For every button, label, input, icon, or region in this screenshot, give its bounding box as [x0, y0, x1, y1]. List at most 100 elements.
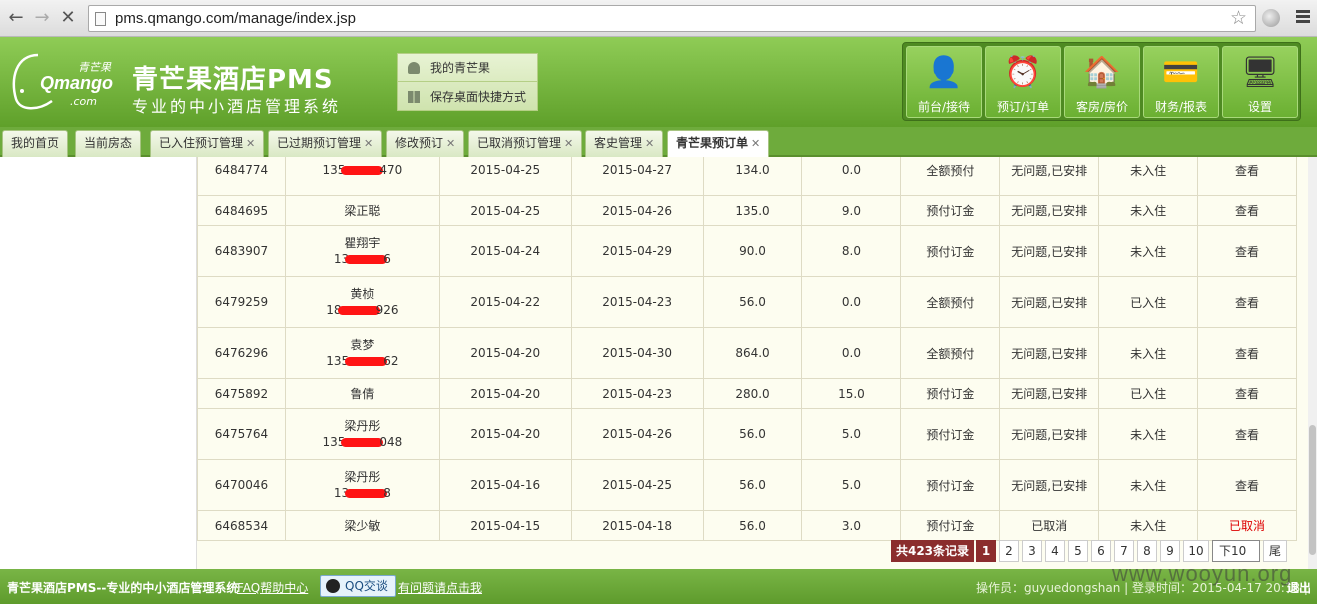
- checkout-cell: 2015-04-23: [570, 276, 704, 328]
- order-status-cell: 无问题,已安排: [999, 225, 1100, 277]
- tab-expired[interactable]: 已过期预订管理 ✕: [268, 130, 383, 157]
- tab-home[interactable]: 我的首页: [2, 130, 69, 157]
- close-icon[interactable]: ✕: [564, 137, 573, 150]
- vertical-scrollbar[interactable]: [1308, 157, 1317, 569]
- logo-en-text: Qmango: [40, 73, 114, 93]
- page-1-button[interactable]: 1: [976, 540, 996, 562]
- next-10-button[interactable]: 下10: [1212, 540, 1260, 562]
- back-icon[interactable]: ←: [6, 8, 26, 28]
- front-desk-button[interactable]: 👤 前台/接待: [906, 46, 982, 118]
- scrollbar-thumb[interactable]: [1309, 425, 1316, 555]
- my-qmango-link[interactable]: 我的青芒果: [398, 54, 537, 82]
- orders-panel: 6484774 135 470 2015-04-25 2015-04-27 134.0 0.…: [196, 157, 1308, 569]
- finance-button[interactable]: 💳 财务/报表: [1143, 46, 1219, 118]
- rooms-button[interactable]: 🏠 客房/房价: [1064, 46, 1140, 118]
- action-cell: 查看: [1197, 225, 1297, 277]
- grid-icon: [408, 91, 420, 103]
- guest-phone: 135 470: [290, 162, 435, 178]
- action-cell: 查看: [1197, 378, 1297, 409]
- view-link[interactable]: 查看: [1235, 428, 1259, 442]
- close-icon[interactable]: ✕: [645, 137, 654, 150]
- bookmark-star-icon[interactable]: ☆: [1230, 7, 1247, 29]
- footer-title: 青芒果酒店PMS--专业的中小酒店管理系统: [7, 581, 239, 595]
- redaction-mark: [345, 357, 388, 366]
- house-icon: 🏠: [1083, 55, 1121, 90]
- checkout-cell: 2015-04-27: [570, 157, 704, 196]
- my-qmango-label: 我的青芒果: [430, 61, 491, 75]
- close-icon[interactable]: ✕: [751, 137, 760, 150]
- order-id-cell: 6475892: [197, 378, 286, 409]
- browser-menu-icon[interactable]: [1296, 10, 1310, 25]
- extension-globe-icon[interactable]: [1262, 9, 1280, 27]
- page-5-button[interactable]: 5: [1068, 540, 1088, 562]
- stop-icon[interactable]: ✕: [58, 8, 78, 28]
- order-id-cell: 6470046: [197, 459, 286, 511]
- tab-qmango-orders[interactable]: 青芒果预订单 ✕: [667, 130, 770, 158]
- view-link[interactable]: 查看: [1235, 387, 1259, 401]
- tab-label: 青芒果预订单: [676, 136, 749, 150]
- amount-cell: 134.0: [702, 157, 803, 196]
- page-2-button[interactable]: 2: [999, 540, 1019, 562]
- table-row: 6475764 梁丹彤 135 048 2015-04-20 2015-04-26 56.0…: [197, 408, 1297, 460]
- stay-status-cell: 未入住: [1098, 157, 1199, 196]
- action-cell: 查看: [1197, 327, 1297, 379]
- paid-cell: 0.0: [801, 157, 902, 196]
- close-icon[interactable]: ✕: [446, 137, 455, 150]
- table-row: 6476296 袁梦 135 62 2015-04-20 2015-04-30 864.0 0…: [197, 327, 1297, 379]
- address-bar[interactable]: pms.qmango.com/manage/index.jsp ☆: [88, 5, 1256, 32]
- tab-modify[interactable]: 修改预订 ✕: [386, 130, 465, 157]
- page-9-button[interactable]: 9: [1160, 540, 1180, 562]
- forward-icon[interactable]: →: [32, 8, 52, 28]
- url-text[interactable]: pms.qmango.com/manage/index.jsp: [115, 10, 356, 27]
- guest-phone: 18 926: [290, 302, 435, 318]
- order-id-cell: 6468534: [197, 510, 286, 541]
- total-records: 共423条记录: [891, 540, 974, 562]
- tab-cancelled[interactable]: 已取消预订管理 ✕: [468, 130, 583, 157]
- settings-button[interactable]: 🖥 设置: [1222, 46, 1298, 118]
- page-4-button[interactable]: 4: [1045, 540, 1065, 562]
- close-icon[interactable]: ✕: [246, 137, 255, 150]
- orders-table: 6484774 135 470 2015-04-25 2015-04-27 134.0 0.…: [197, 157, 1297, 541]
- page-6-button[interactable]: 6: [1091, 540, 1111, 562]
- order-id-cell: 6479259: [197, 276, 286, 328]
- save-shortcut-link[interactable]: 保存桌面快捷方式: [398, 83, 537, 111]
- qmango-logo[interactable]: 青芒果 Qmango .com: [8, 49, 123, 113]
- close-icon[interactable]: ✕: [364, 137, 373, 150]
- phone-suffix: 926: [375, 303, 399, 317]
- view-link[interactable]: 查看: [1235, 164, 1259, 178]
- view-link[interactable]: 查看: [1235, 347, 1259, 361]
- last-page-button[interactable]: 尾: [1263, 540, 1287, 562]
- page-icon: [95, 12, 106, 26]
- order-status-cell: 无问题,已安排: [999, 276, 1100, 328]
- help-link[interactable]: 有问题请点击我: [398, 579, 482, 596]
- view-link[interactable]: 查看: [1235, 479, 1259, 493]
- guest-cell: 鲁倩: [284, 378, 440, 409]
- amount-cell: 135.0: [702, 195, 803, 226]
- pay-type-cell: 全额预付: [900, 276, 1001, 328]
- checkout-cell: 2015-04-26: [570, 195, 704, 226]
- page-8-button[interactable]: 8: [1137, 540, 1157, 562]
- tab-checked-in[interactable]: 已入住预订管理 ✕: [150, 130, 265, 157]
- faq-link[interactable]: FAQ帮助中心: [237, 579, 308, 596]
- action-cell: 查看: [1197, 459, 1297, 511]
- pay-type-cell: 全额预付: [900, 327, 1001, 379]
- brand-title: 青芒果酒店PMS: [132, 65, 334, 95]
- qq-penguin-icon: [326, 579, 340, 593]
- page-7-button[interactable]: 7: [1114, 540, 1134, 562]
- booking-button[interactable]: ⏰ 预订/订单: [985, 46, 1061, 118]
- view-link[interactable]: 查看: [1235, 245, 1259, 259]
- checkin-cell: 2015-04-22: [438, 276, 572, 328]
- checkin-cell: 2015-04-25: [438, 195, 572, 226]
- view-link[interactable]: 查看: [1235, 296, 1259, 310]
- table-row: 6484695 梁正聪 2015-04-25 2015-04-26 135.0 9.0 预付…: [197, 195, 1297, 226]
- cancelled-link[interactable]: 已取消: [1229, 519, 1265, 533]
- qq-chat-button[interactable]: QQ交谈: [320, 575, 396, 597]
- view-link[interactable]: 查看: [1235, 204, 1259, 218]
- page-3-button[interactable]: 3: [1022, 540, 1042, 562]
- tab-guest-history[interactable]: 客史管理 ✕: [585, 130, 664, 157]
- tab-room-status[interactable]: 当前房态: [75, 130, 142, 157]
- tab-label: 已取消预订管理: [477, 136, 562, 150]
- logo-com-text: .com: [70, 95, 97, 108]
- checkout-cell: 2015-04-23: [570, 378, 704, 409]
- page-10-button[interactable]: 10: [1183, 540, 1209, 562]
